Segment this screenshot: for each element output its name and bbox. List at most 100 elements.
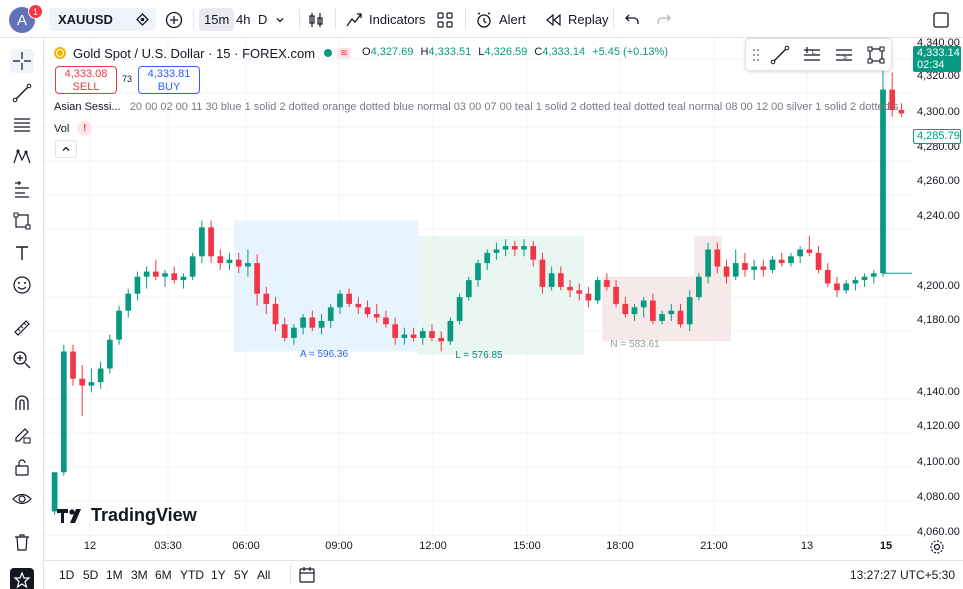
range-5y[interactable]: 5Y — [234, 568, 249, 582]
session-indicator-legend[interactable]: Asian Sessi... 20 00 02 00 11 30 blue 1 … — [54, 101, 906, 113]
range-1d[interactable]: 1D — [59, 568, 74, 582]
current-price-tag: 4,333.14 02:34 — [913, 46, 961, 72]
emoji-smiley-icon[interactable] — [10, 273, 34, 297]
candle-body — [502, 246, 509, 250]
candle-body — [778, 259, 785, 264]
rectangle-icon[interactable] — [865, 44, 887, 66]
candle-body — [88, 382, 95, 386]
asia-session-box — [234, 220, 419, 352]
candle-body — [226, 259, 233, 264]
trend-line-icon[interactable] — [10, 81, 34, 105]
buy-label: BUY — [157, 81, 181, 93]
drag-handle-icon[interactable] — [749, 44, 763, 66]
candle-body — [465, 280, 472, 298]
layouts-grid-icon[interactable] — [436, 8, 454, 31]
long-position-icon[interactable]: L — [801, 44, 823, 66]
candle-body — [263, 293, 270, 304]
price-label: 4,060.00 — [917, 526, 960, 538]
candle-body — [861, 276, 868, 281]
collapse-legend-chevron-up-icon[interactable] — [55, 140, 77, 158]
timeframe-d[interactable]: D — [258, 8, 267, 31]
candle-body — [208, 227, 214, 257]
range-5d[interactable]: 5D — [83, 568, 98, 582]
time-axis[interactable]: 12 03:30 06:00 09:00 12:00 15:00 18:00 2… — [44, 538, 963, 556]
buy-button[interactable]: 4,333.81 BUY — [138, 66, 200, 94]
candle-body — [309, 317, 316, 328]
drawing-toolbar — [0, 38, 44, 589]
range-all[interactable]: All — [257, 568, 270, 582]
volume-label: Vol — [54, 122, 70, 135]
symbol-legend[interactable]: Gold Spot / U.S. Dollar · 15 · FOREX.com… — [53, 44, 352, 62]
market-status-dot — [324, 49, 333, 57]
candle-body — [180, 276, 187, 281]
replay-label: Replay — [568, 12, 609, 27]
tradingview-logo-text: TradingView — [91, 505, 197, 525]
favorites-star-icon[interactable] — [10, 568, 34, 589]
candle-body — [834, 283, 840, 291]
candle-body — [337, 293, 343, 308]
volume-legend[interactable]: Vol ! — [54, 121, 93, 136]
candle-body — [677, 310, 684, 325]
indicators-button[interactable]: Indicators — [345, 8, 425, 31]
timeframe-chevron-down-icon[interactable] — [275, 8, 285, 31]
time-label: 12 — [83, 540, 97, 552]
alert-button[interactable]: Alert — [475, 8, 526, 31]
pencil-lock-icon[interactable] — [10, 423, 34, 447]
tradingview-logo[interactable]: TradingView — [57, 505, 197, 526]
candle-body — [235, 259, 242, 267]
sell-price: 4,333.08 — [64, 68, 108, 80]
fullscreen-icon[interactable] — [932, 8, 950, 31]
timeframe-4h[interactable]: 4h — [236, 8, 250, 31]
candle-body — [419, 331, 426, 338]
lock-icon[interactable] — [10, 455, 34, 479]
text-tool-icon[interactable] — [10, 241, 34, 265]
range-ytd[interactable]: YTD — [180, 568, 204, 582]
symbol-diamond-icon[interactable] — [135, 12, 150, 30]
short-position-icon[interactable]: S — [833, 44, 855, 66]
eye-visibility-icon[interactable] — [10, 487, 34, 511]
price-chart[interactable]: A = 596.36 L = 576.85 N = 583.61 — [44, 38, 912, 538]
range-1y[interactable]: 1Y — [211, 568, 226, 582]
time-label: 09:00 — [325, 540, 353, 552]
candle-body — [392, 324, 399, 338]
candle-body — [152, 271, 159, 277]
candle-body — [696, 276, 702, 298]
zoom-in-icon[interactable] — [10, 348, 34, 372]
pattern-icon[interactable] — [10, 145, 34, 169]
ruler-measure-icon[interactable] — [10, 316, 34, 340]
candle-body — [447, 320, 454, 342]
forecasting-icon[interactable] — [10, 177, 34, 201]
volume-warning-icon[interactable]: ! — [77, 121, 93, 136]
trash-icon[interactable] — [10, 530, 34, 554]
change-value: +5.45 (+0.13%) — [592, 46, 668, 58]
candle-body — [852, 280, 859, 284]
trend-line-icon[interactable] — [769, 44, 791, 66]
symbol-search-input[interactable]: XAUUSD — [49, 8, 156, 31]
candle-body — [134, 276, 141, 294]
close-value: 4,333.14 — [542, 46, 586, 58]
timeframe-15m[interactable]: 15m — [199, 8, 235, 31]
sell-button[interactable]: 4,333.08 SELL — [55, 66, 117, 94]
london-session-box — [418, 235, 584, 355]
magnet-icon[interactable] — [10, 391, 34, 415]
chart-settings-gear-icon[interactable] — [929, 539, 945, 558]
candle-body — [429, 331, 435, 338]
candle-body — [723, 266, 730, 277]
crosshair-icon[interactable] — [10, 49, 34, 73]
replay-button[interactable]: Replay — [544, 8, 608, 31]
range-6m[interactable]: 6M — [155, 568, 172, 582]
add-symbol-icon[interactable] — [165, 8, 183, 31]
utc-clock[interactable]: 13:27:27 UTC+5:30 — [850, 568, 955, 582]
range-1m[interactable]: 1M — [106, 568, 123, 582]
price-axis[interactable]: 4,340.00 4,320.00 4,300.00 4,280.00 4,26… — [912, 37, 963, 538]
candle-body — [751, 266, 757, 270]
fib-lines-icon[interactable] — [10, 113, 34, 137]
candle-body — [189, 256, 196, 277]
data-delay-icon[interactable]: ≋ — [337, 47, 352, 59]
go-to-date-calendar-icon[interactable] — [298, 566, 316, 587]
candle-type-icon[interactable] — [307, 8, 325, 31]
range-3m[interactable]: 3M — [131, 568, 148, 582]
redo-icon[interactable] — [656, 8, 672, 31]
shapes-rectangle-icon[interactable] — [10, 209, 34, 233]
undo-icon[interactable] — [624, 8, 640, 31]
